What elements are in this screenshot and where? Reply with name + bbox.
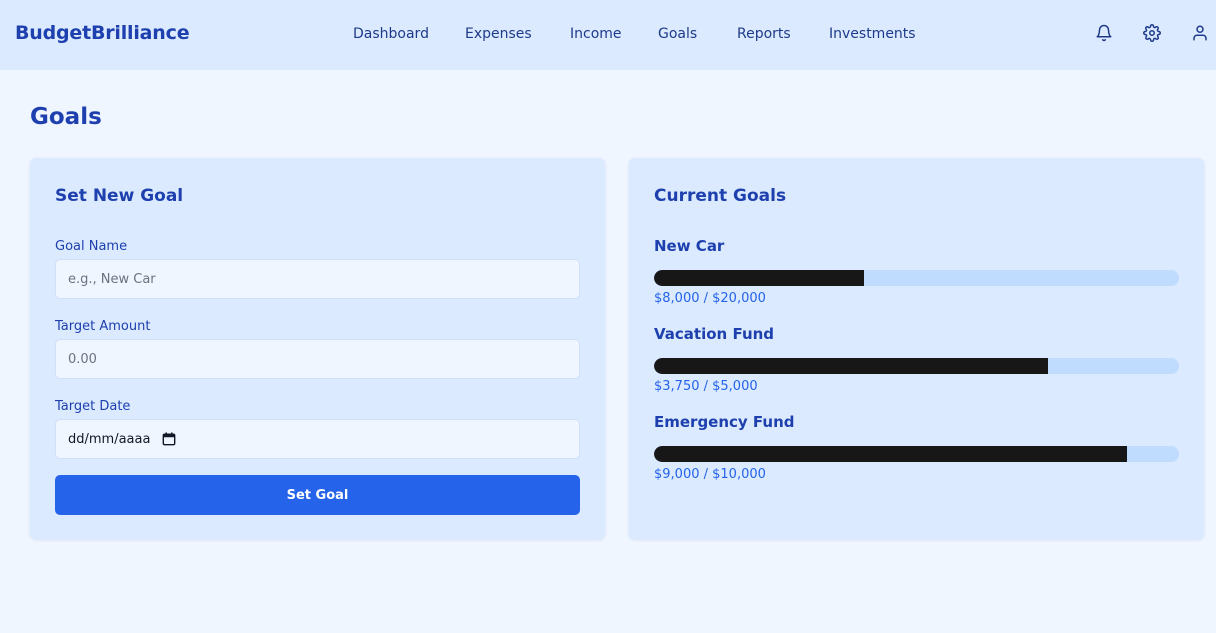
goal-progress-fill xyxy=(654,358,1048,374)
bell-icon[interactable] xyxy=(1095,24,1113,42)
nav-link-expenses[interactable]: Expenses xyxy=(465,26,532,42)
gear-icon[interactable] xyxy=(1143,24,1161,42)
goal-progress-fill xyxy=(654,446,1127,462)
nav-link-income[interactable]: Income xyxy=(570,26,622,42)
goal-progress-bar xyxy=(654,358,1179,374)
goal-name: New Car xyxy=(654,237,725,255)
goal-name: Vacation Fund xyxy=(654,325,775,343)
goal-item: Vacation Fund $3,750 / $5,000 xyxy=(654,325,1179,394)
goal-name-label: Goal Name xyxy=(55,239,128,254)
goal-item: Emergency Fund $9,000 / $10,000 xyxy=(654,413,1179,482)
goal-progress-fill xyxy=(654,270,864,286)
goal-amount: $8,000 / $20,000 xyxy=(654,291,766,306)
target-date-label: Target Date xyxy=(55,399,131,414)
set-new-goal-card: Set New Goal Goal Name Target Amount Tar… xyxy=(30,158,605,539)
target-date-input[interactable]: dd/mm/aaaa xyxy=(55,419,580,459)
target-date-text: dd/mm/aaaa xyxy=(68,431,151,447)
page-title: Goals xyxy=(30,104,102,130)
goal-name: Emergency Fund xyxy=(654,413,795,431)
set-goal-button[interactable]: Set Goal xyxy=(55,475,580,515)
goal-progress-bar xyxy=(654,446,1179,462)
current-goals-title: Current Goals xyxy=(654,186,787,206)
goal-item: New Car $8,000 / $20,000 xyxy=(654,237,1179,306)
top-navigation-bar: BudgetBrilliance Dashboard Expenses Inco… xyxy=(0,0,1216,70)
goal-progress-bar xyxy=(654,270,1179,286)
target-amount-input[interactable] xyxy=(55,339,580,379)
nav-link-dashboard[interactable]: Dashboard xyxy=(353,26,429,42)
goal-name-input[interactable] xyxy=(55,259,580,299)
brand-logo[interactable]: BudgetBrilliance xyxy=(15,22,190,44)
target-amount-label: Target Amount xyxy=(55,319,151,334)
goal-amount: $3,750 / $5,000 xyxy=(654,379,758,394)
nav-link-goals[interactable]: Goals xyxy=(658,26,697,42)
nav-link-investments[interactable]: Investments xyxy=(829,26,916,42)
nav-link-reports[interactable]: Reports xyxy=(737,26,791,42)
calendar-icon[interactable] xyxy=(162,432,176,446)
set-new-goal-title: Set New Goal xyxy=(55,186,184,206)
current-goals-card: Current Goals New Car $8,000 / $20,000 V… xyxy=(629,158,1204,539)
user-icon[interactable] xyxy=(1191,24,1209,42)
goal-amount: $9,000 / $10,000 xyxy=(654,467,766,482)
